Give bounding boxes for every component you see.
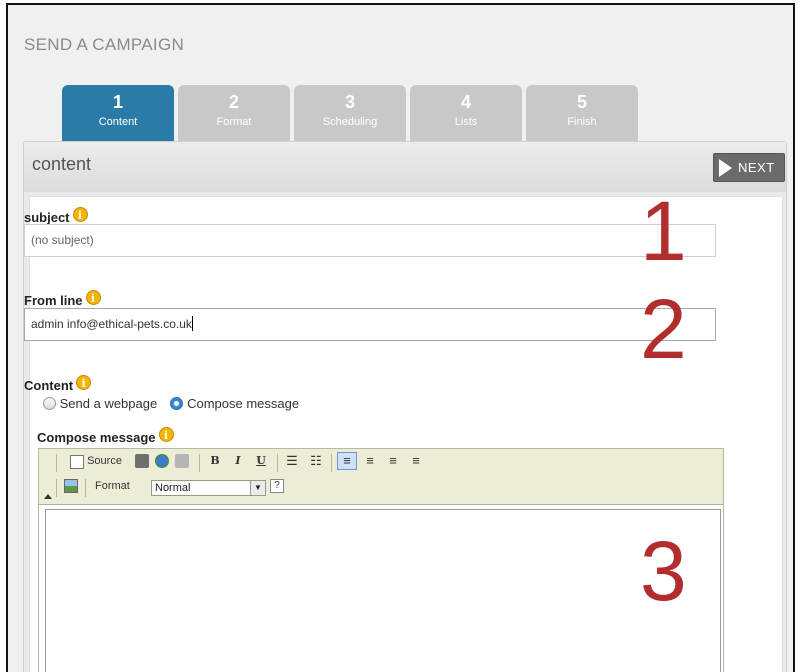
tab-number: 5 [576, 92, 587, 112]
spellcheck-icon[interactable] [155, 454, 169, 468]
tab-content[interactable]: 1 Content [62, 85, 174, 141]
content-label: Content i [24, 375, 92, 393]
info-icon[interactable]: i [76, 375, 92, 390]
subject-label: subject i [24, 207, 88, 225]
italic-button[interactable]: I [230, 452, 246, 470]
tab-label: Scheduling [322, 116, 378, 128]
bold-button[interactable]: B [207, 452, 223, 470]
play-arrow-icon [719, 159, 732, 177]
from-line-input[interactable]: admin info@ethical-pets.co.uk [24, 308, 716, 341]
toolbar-row: Format Normal ▼ ? [39, 477, 723, 499]
annotation-number: 3 [640, 524, 687, 618]
next-button[interactable]: NEXT [713, 153, 785, 182]
tab-label: Content [98, 116, 138, 128]
info-icon[interactable]: i [158, 427, 174, 442]
toolbar-separator [199, 454, 200, 472]
send-webpage-label[interactable]: Send a webpage [60, 396, 158, 411]
chevron-down-icon: ▼ [250, 481, 265, 495]
tab-label: Finish [567, 116, 597, 128]
underline-button[interactable]: U [253, 452, 269, 470]
help-icon[interactable]: ? [270, 479, 284, 493]
campaign-window: SEND A CAMPAIGN 1 Content 2 Format 3 Sch… [6, 3, 795, 672]
format-value: Normal [155, 482, 191, 494]
tab-number: 2 [228, 92, 239, 112]
print-icon[interactable] [175, 454, 189, 468]
align-left-icon[interactable]: ≡ [337, 452, 357, 470]
toolbar-separator [56, 454, 57, 472]
toolbar-row: Source B I U ☰ ☷ ≡ ≡ ≡ ≡ [39, 452, 723, 474]
annotation-number: 1 [640, 184, 687, 278]
toolbar-separator [56, 479, 57, 497]
info-icon[interactable]: i [85, 290, 101, 305]
editor-toolbar: Source B I U ☰ ☷ ≡ ≡ ≡ ≡ Format Normal ▼… [39, 449, 723, 505]
tab-finish[interactable]: 5 Finish [526, 85, 638, 141]
image-icon[interactable] [64, 479, 78, 493]
from-line-label: From line i [24, 290, 101, 308]
tab-lists[interactable]: 4 Lists [410, 85, 522, 141]
page-title: SEND A CAMPAIGN [24, 35, 185, 54]
tab-label: Lists [454, 116, 478, 128]
content-options: Send a webpage Compose message [43, 396, 299, 411]
tab-scheduling[interactable]: 3 Scheduling [294, 85, 406, 141]
align-right-icon[interactable]: ≡ [384, 452, 402, 470]
toolbar-separator [85, 479, 86, 497]
text-caret [191, 316, 193, 331]
annotation-number: 2 [640, 282, 687, 376]
from-line-value: admin info@ethical-pets.co.uk [31, 317, 192, 331]
compose-label: Compose message i [37, 427, 174, 445]
panel-title: content [32, 154, 92, 174]
bulleted-list-icon[interactable]: ☷ [307, 452, 325, 470]
tab-number: 4 [460, 92, 471, 112]
numbered-list-icon[interactable]: ☰ [283, 452, 301, 470]
toolbar-separator [331, 454, 332, 472]
content-label-text: Content [24, 378, 74, 393]
compose-message-radio[interactable] [170, 397, 184, 410]
toolbar-separator [277, 454, 278, 472]
tab-number: 1 [112, 92, 123, 112]
compose-label-text: Compose message [37, 430, 156, 445]
format-label: Format [95, 480, 130, 492]
tab-label: Format [216, 116, 252, 128]
tab-format[interactable]: 2 Format [178, 85, 290, 141]
subject-input[interactable]: (no subject) [24, 224, 716, 257]
align-justify-icon[interactable]: ≡ [407, 452, 425, 470]
info-icon[interactable]: i [72, 207, 88, 222]
tab-number: 3 [344, 92, 355, 112]
format-select[interactable]: Normal ▼ [151, 480, 266, 496]
rich-text-editor: Source B I U ☰ ☷ ≡ ≡ ≡ ≡ Format Normal ▼… [38, 448, 724, 672]
next-label: NEXT [738, 160, 775, 175]
paste-word-icon[interactable] [135, 454, 149, 468]
align-center-icon[interactable]: ≡ [361, 452, 379, 470]
source-label: Source [87, 455, 122, 467]
collapse-toolbar-icon[interactable] [44, 494, 52, 499]
message-body-area[interactable] [45, 509, 721, 672]
from-line-label-text: From line [24, 293, 83, 308]
source-icon [70, 455, 85, 469]
subject-label-text: subject [24, 210, 70, 225]
source-button[interactable]: Source [63, 452, 129, 470]
send-webpage-radio[interactable] [43, 397, 56, 410]
compose-message-label[interactable]: Compose message [187, 396, 299, 411]
